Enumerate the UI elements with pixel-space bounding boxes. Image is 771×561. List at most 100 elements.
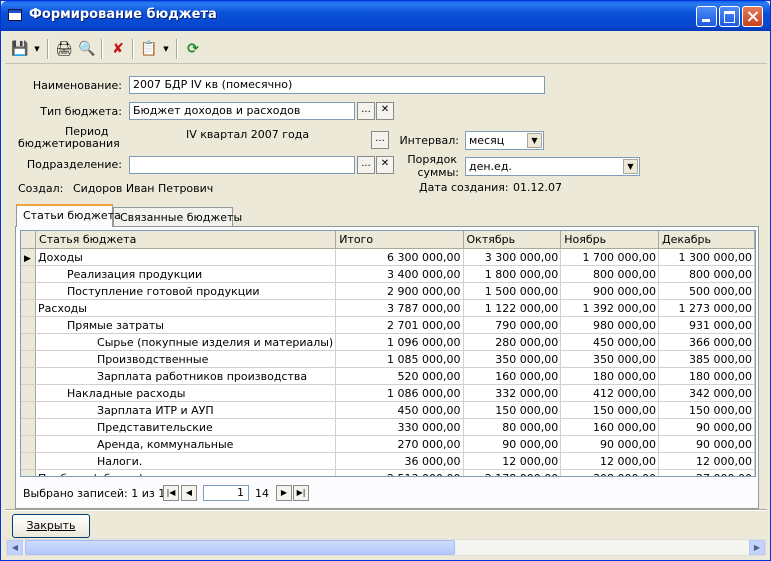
print-icon[interactable]: 🖨 <box>53 38 75 60</box>
row-indicator[interactable] <box>21 367 36 385</box>
cell-item-name[interactable]: Зарплата работников производства <box>35 367 337 385</box>
cell-total[interactable]: 3 787 000,00 <box>335 299 464 317</box>
cell-total[interactable]: 2 900 000,00 <box>335 282 464 300</box>
column-header-december[interactable]: Декабрь <box>658 231 755 249</box>
cell-november[interactable]: 900 000,00 <box>560 282 660 300</box>
cell-december[interactable]: 90 000,00 <box>658 418 755 436</box>
cell-total[interactable]: 1 085 000,00 <box>335 350 464 368</box>
cell-november[interactable]: 450 000,00 <box>560 333 660 351</box>
cell-item-name[interactable]: Представительские <box>35 418 337 436</box>
cell-item-name[interactable]: Прямые затраты <box>35 316 337 334</box>
division-select-button[interactable]: ... <box>357 156 375 174</box>
cell-item-name[interactable]: Накладные расходы <box>35 384 337 402</box>
cell-october[interactable]: 280 000,00 <box>463 333 562 351</box>
print-preview-icon[interactable]: 🔍 <box>76 38 98 60</box>
row-indicator[interactable] <box>21 282 36 300</box>
column-header-october[interactable]: Октябрь <box>463 231 562 249</box>
cell-october[interactable]: 790 000,00 <box>463 316 562 334</box>
row-indicator[interactable] <box>21 469 36 476</box>
name-field[interactable]: 2007 БДР IV кв (помесячно) <box>129 76 545 94</box>
cell-december[interactable]: 931 000,00 <box>658 316 755 334</box>
row-indicator[interactable]: ▶ <box>21 248 36 266</box>
scrollbar-thumb[interactable] <box>25 540 455 555</box>
cell-total[interactable]: 2 513 000,00 <box>335 469 464 476</box>
cell-total[interactable]: 330 000,00 <box>335 418 464 436</box>
cell-december[interactable]: 90 000,00 <box>658 435 755 453</box>
cell-december[interactable]: 1 273 000,00 <box>658 299 755 317</box>
table-row[interactable]: Представительские 330 000,00 80 000,00 160 … <box>21 418 755 436</box>
cell-october[interactable]: 12 000,00 <box>463 452 562 470</box>
cell-november[interactable]: 90 000,00 <box>560 435 660 453</box>
copy-dropdown-icon[interactable]: ▼ <box>161 38 171 60</box>
cell-december[interactable]: 342 000,00 <box>658 384 755 402</box>
cell-total[interactable]: 3 400 000,00 <box>335 265 464 283</box>
cell-november[interactable]: 160 000,00 <box>560 418 660 436</box>
cell-november[interactable]: 800 000,00 <box>560 265 660 283</box>
cell-december[interactable]: 180 000,00 <box>658 367 755 385</box>
interval-select[interactable]: месяц ▼ <box>465 131 544 150</box>
save-icon[interactable]: 💾 <box>9 38 31 60</box>
cell-item-name[interactable]: Зарплата ИТР и АУП <box>35 401 337 419</box>
cell-october[interactable]: 1 500 000,00 <box>463 282 562 300</box>
copy-icon[interactable]: 📋 <box>138 38 160 60</box>
table-row[interactable]: Расходы 3 787 000,00 1 122 000,00 1 392 000… <box>21 299 755 317</box>
cell-december[interactable]: 800 000,00 <box>658 265 755 283</box>
tab-budget-items[interactable]: Статьи бюджета <box>16 204 121 227</box>
cell-november[interactable]: 980 000,00 <box>560 316 660 334</box>
table-row[interactable]: Накладные расходы 1 086 000,00 332 000,00 4… <box>21 384 755 402</box>
cell-december[interactable]: 150 000,00 <box>658 401 755 419</box>
cell-october[interactable]: 150 000,00 <box>463 401 562 419</box>
cell-october[interactable]: 80 000,00 <box>463 418 562 436</box>
cell-total[interactable]: 36 000,00 <box>335 452 464 470</box>
cell-november[interactable]: 150 000,00 <box>560 401 660 419</box>
cell-october[interactable]: 1 800 000,00 <box>463 265 562 283</box>
cell-november[interactable]: 1 392 000,00 <box>560 299 660 317</box>
scroll-right-icon[interactable]: ▶ <box>749 540 765 555</box>
table-row[interactable]: Налоги. 36 000,00 12 000,00 12 000,00 12 000… <box>21 452 755 470</box>
current-record-field[interactable]: 1 <box>203 485 249 501</box>
cell-november[interactable]: 12 000,00 <box>560 452 660 470</box>
refresh-icon[interactable]: ⟳ <box>182 38 204 60</box>
column-header-total[interactable]: Итого <box>335 231 464 249</box>
chevron-down-icon[interactable]: ▼ <box>623 159 638 174</box>
row-indicator[interactable] <box>21 299 36 317</box>
cell-november[interactable]: 1 700 000,00 <box>560 248 660 266</box>
row-indicator[interactable] <box>21 418 36 436</box>
table-row[interactable]: Прямые затраты 2 701 000,00 790 000,00 980 … <box>21 316 755 334</box>
cell-total[interactable]: 6 300 000,00 <box>335 248 464 266</box>
cell-item-name[interactable]: Реализация продукции <box>35 265 337 283</box>
save-dropdown-icon[interactable]: ▼ <box>32 38 42 60</box>
row-indicator[interactable] <box>21 350 36 368</box>
cell-item-name[interactable]: Поступление готовой продукции <box>35 282 337 300</box>
table-row[interactable]: Реализация продукции 3 400 000,00 1 800 00… <box>21 265 755 283</box>
row-indicator[interactable] <box>21 333 36 351</box>
maximize-button[interactable] <box>719 6 740 27</box>
division-field[interactable] <box>129 156 355 174</box>
cell-november[interactable]: 180 000,00 <box>560 367 660 385</box>
row-indicator[interactable] <box>21 316 36 334</box>
cell-item-name[interactable]: Расходы <box>35 299 337 317</box>
row-indicator[interactable] <box>21 452 36 470</box>
minimize-button[interactable] <box>696 6 717 27</box>
close-button[interactable]: Закрыть <box>12 514 90 538</box>
cell-october[interactable]: 332 000,00 <box>463 384 562 402</box>
row-indicator[interactable] <box>21 384 36 402</box>
budget-type-field[interactable]: Бюджет доходов и расходов <box>129 102 355 120</box>
row-indicator[interactable] <box>21 265 36 283</box>
cell-total[interactable]: 1 096 000,00 <box>335 333 464 351</box>
table-row[interactable]: Производственные 1 085 000,00 350 000,00 35… <box>21 350 755 368</box>
cell-item-name[interactable]: Аренда, коммунальные <box>35 435 337 453</box>
table-row[interactable]: Зарплата работников производства 520 000,… <box>21 367 755 385</box>
cell-total[interactable]: 520 000,00 <box>335 367 464 385</box>
cell-total[interactable]: 1 086 000,00 <box>335 384 464 402</box>
cell-november[interactable]: 412 000,00 <box>560 384 660 402</box>
delete-icon[interactable]: ✘ <box>107 38 129 60</box>
horizontal-scrollbar[interactable]: ◀ ▶ <box>6 539 766 556</box>
tab-linked-budgets[interactable]: Связанные бюджеты <box>113 207 242 226</box>
column-header-november[interactable]: Ноябрь <box>560 231 660 249</box>
prev-record-button[interactable]: ◀ <box>181 485 197 501</box>
first-record-button[interactable]: |◀ <box>163 485 179 501</box>
cell-item-name[interactable]: Сырье (покупные изделия и материалы) <box>35 333 337 351</box>
cell-october[interactable]: 350 000,00 <box>463 350 562 368</box>
table-row[interactable]: Зарплата ИТР и АУП 450 000,00 150 000,00 15… <box>21 401 755 419</box>
